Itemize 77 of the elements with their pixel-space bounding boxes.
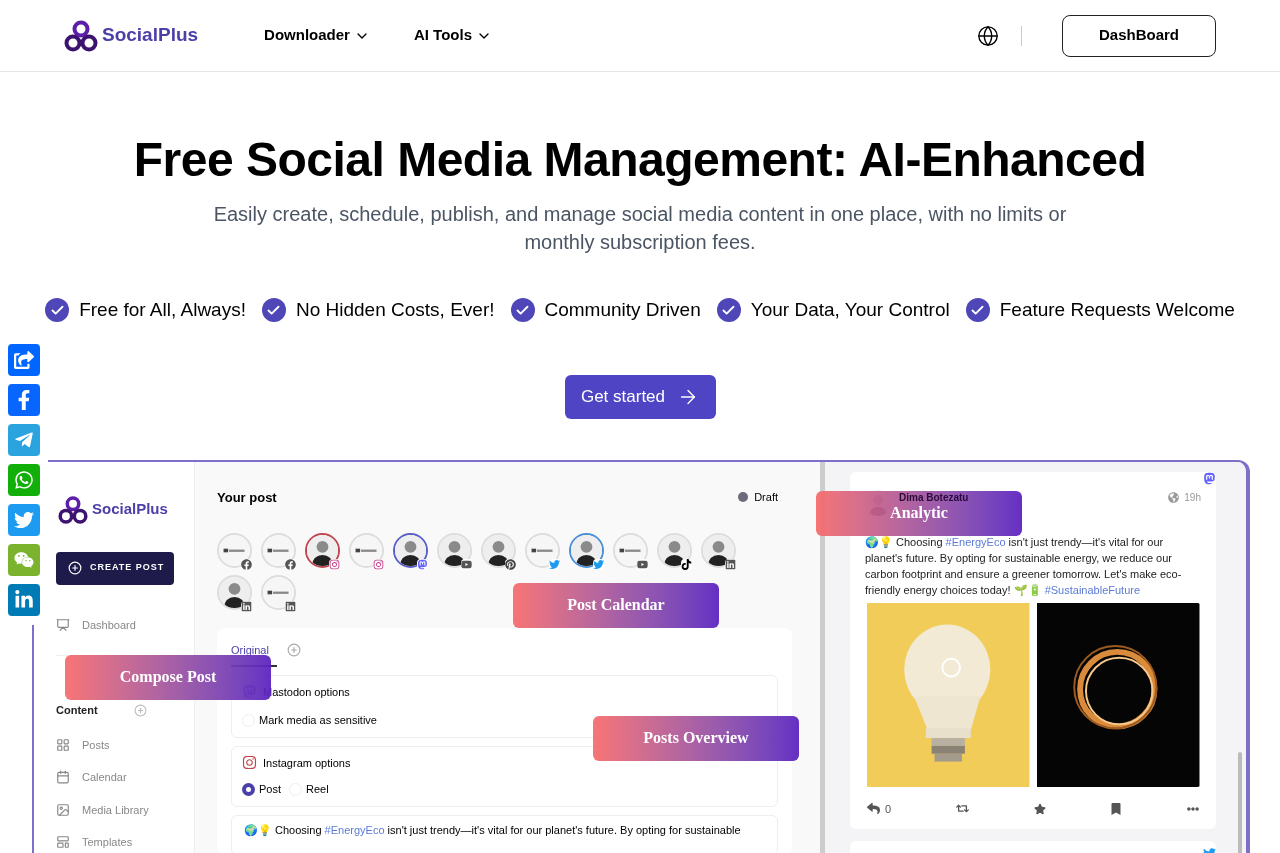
section-heading: Content	[56, 703, 98, 718]
share-icon[interactable]	[8, 344, 40, 376]
feature-label: Post Calendar	[513, 582, 719, 628]
sidebar-item[interactable]: Dashboard	[56, 616, 194, 633]
sidebar-item[interactable]: Templates	[56, 834, 194, 851]
feature-text: Free for All, Always!	[79, 298, 246, 322]
sidebar-item[interactable]: Media Library	[56, 801, 194, 818]
create-post-button[interactable]: CREATE POST	[56, 551, 174, 585]
radio-label: Post	[259, 782, 281, 797]
linkedin-icon[interactable]	[8, 584, 40, 616]
linkedin-icon	[241, 601, 252, 612]
brand-name[interactable]: SocialPlus	[102, 21, 199, 50]
facebook-icon[interactable]	[8, 384, 40, 416]
checkbox-label: Mark media as sensitive	[259, 713, 377, 728]
plus-icon	[68, 561, 82, 575]
post-text: 🌍💡 Choosing #EnergyEco isn't just trendy—it's vital for our planet's future. By opting for sustainable	[244, 822, 742, 838]
twitter-icon	[593, 559, 604, 570]
twitter-icon[interactable]	[8, 504, 40, 536]
account-avatar[interactable]	[393, 533, 428, 568]
facebook-icon	[285, 559, 296, 570]
instagram-icon	[242, 755, 257, 771]
sidebar-item[interactable]: Calendar	[56, 769, 194, 786]
feature-label: Posts Overview	[593, 715, 799, 761]
facebook-icon	[241, 559, 252, 570]
check-icon	[716, 298, 741, 323]
mastodon-icon	[1203, 471, 1216, 485]
twitter-icon	[549, 559, 560, 570]
feature-text: No Hidden Costs, Ever!	[295, 298, 495, 322]
dashboard-button[interactable]: DashBoard	[1062, 14, 1216, 57]
globe-icon[interactable]	[977, 24, 999, 47]
post-time: 19h	[1184, 490, 1201, 505]
image-icon	[56, 802, 70, 817]
instagram-icon	[373, 559, 384, 570]
linkedin-icon	[725, 559, 736, 570]
youtube-icon	[461, 559, 472, 570]
youtube-icon	[637, 559, 648, 570]
hero-subtitle: Easily create, schedule, publish, and manage social media content in one place, with no limits or monthly subscription fees.	[212, 202, 1068, 255]
status-text: Draft	[754, 490, 778, 505]
logo-icon	[64, 18, 98, 53]
bookmark-icon[interactable]	[1110, 802, 1123, 815]
get-started-button[interactable]: Get started	[564, 374, 716, 419]
star-icon[interactable]	[1033, 802, 1046, 815]
section-title: Your post	[217, 488, 277, 507]
author-name: Dima Botezatu	[899, 491, 969, 505]
whatsapp-icon[interactable]	[8, 464, 40, 496]
option-title: Instagram options	[263, 755, 351, 771]
template-icon	[56, 835, 70, 850]
check-icon	[965, 298, 990, 323]
reply-icon[interactable]	[867, 802, 880, 816]
check-icon	[261, 298, 286, 323]
nav-menu[interactable]: Downloader	[264, 24, 370, 47]
telegram-icon[interactable]	[8, 424, 40, 456]
check-icon	[510, 298, 535, 323]
instagram-icon	[329, 559, 340, 570]
pinterest-icon	[505, 559, 516, 570]
linkedin-icon	[285, 601, 296, 612]
post-text: 🌍💡 Choosing #EnergyEco isn't just trendy—it's vital for our planet's future. By opting for sustainable energy, we reduce our carbon footprint and ensure a greener tomorrow. Let's make eco-friendly energy choices today! 🌱🔋 #SustainableFuture	[865, 534, 1183, 598]
dashboard-icon	[56, 617, 70, 632]
sidebar-item[interactable]: Posts	[56, 736, 194, 753]
feature-text: Your Data, Your Control	[750, 298, 950, 322]
mastodon-icon	[417, 559, 428, 570]
feature-text: Feature Requests Welcome	[999, 298, 1235, 322]
account-avatar[interactable]	[305, 533, 340, 568]
reply-count: 0	[885, 801, 892, 817]
check-icon	[45, 298, 70, 323]
radio-button[interactable]	[242, 782, 255, 796]
account-avatar[interactable]	[569, 533, 604, 568]
grid-icon	[56, 737, 70, 752]
radio-label: Reel	[306, 782, 329, 797]
brand-name: SocialPlus	[92, 499, 168, 520]
nav-menu[interactable]: AI Tools	[413, 24, 492, 47]
calendar-icon	[56, 770, 70, 785]
globe-icon	[1168, 491, 1180, 503]
tiktok-icon	[681, 559, 692, 570]
feature-text: Community Driven	[544, 298, 701, 322]
hero-title: Free Social Media Management: AI-Enhanced	[133, 132, 1147, 188]
logo-icon	[58, 494, 88, 525]
